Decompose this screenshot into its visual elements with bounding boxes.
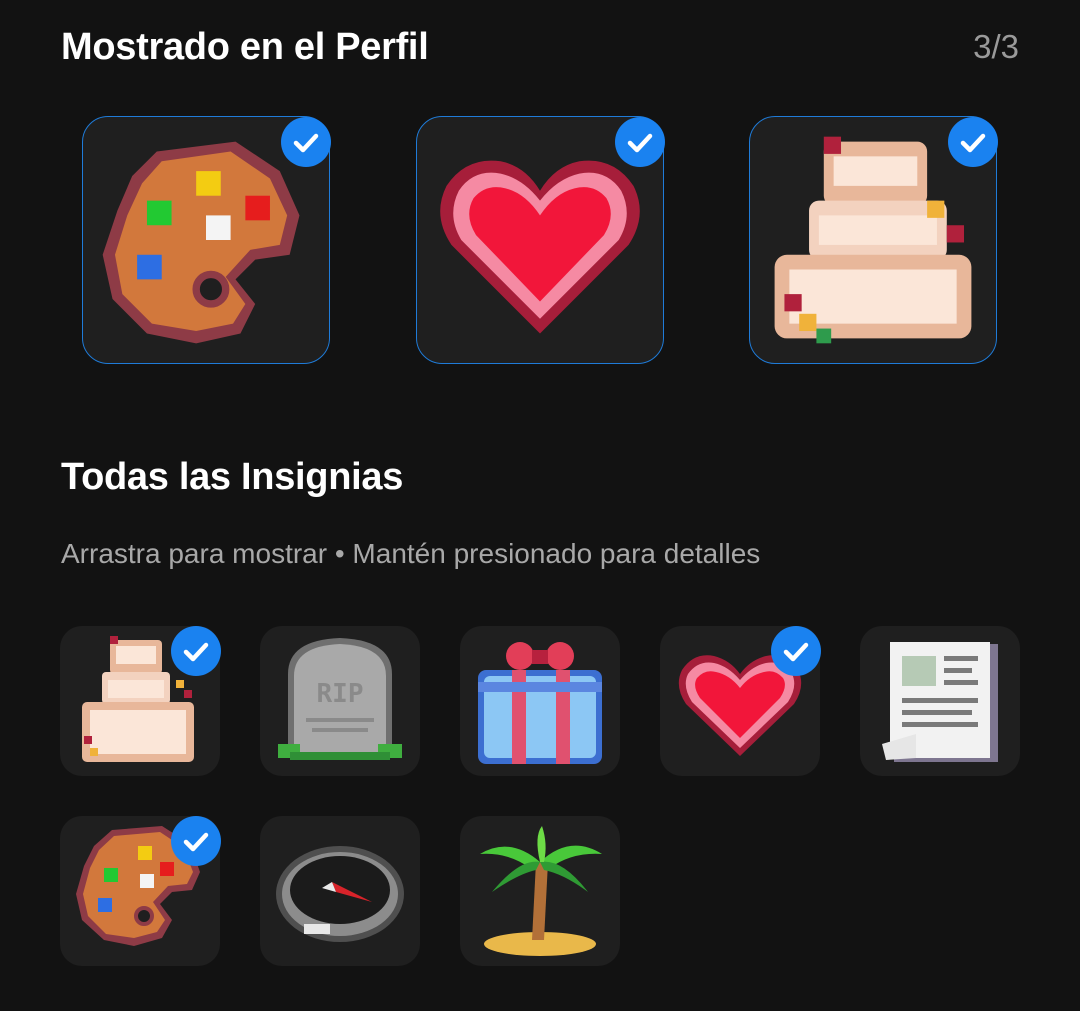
all-badges-title: Todas las Insignias: [61, 456, 404, 498]
tombstone-icon: RIP: [260, 626, 420, 776]
tombstone-engraving: RIP: [317, 679, 364, 709]
badge-tile-cake[interactable]: [60, 626, 221, 776]
selected-check-icon: [171, 626, 221, 676]
gift-icon: [460, 626, 620, 776]
showcase-title: Mostrado en el Perfil: [61, 26, 429, 68]
badge-tile-gift[interactable]: [460, 626, 620, 776]
badge-tile-tombstone[interactable]: RIP: [260, 626, 420, 776]
badge-tile-newspaper[interactable]: [860, 626, 1020, 776]
newspaper-icon: [860, 626, 1020, 776]
badge-tile-heart[interactable]: [660, 626, 821, 776]
selected-check-icon: [771, 626, 821, 676]
badge-tile-compass[interactable]: [260, 816, 420, 966]
selected-check-icon: [171, 816, 221, 866]
showcase-slot-3[interactable]: [749, 116, 998, 364]
showcase-slot-2[interactable]: [416, 116, 665, 364]
all-badges-hint: Arrastra para mostrar • Mantén presionad…: [61, 538, 761, 569]
selected-check-icon: [948, 117, 998, 167]
showcase-slot-1[interactable]: [82, 116, 331, 364]
compass-icon: [260, 816, 420, 966]
showcase-count: 3/3: [973, 28, 1019, 65]
badge-tile-palm[interactable]: [460, 816, 620, 966]
selected-check-icon: [615, 117, 665, 167]
selected-check-icon: [281, 117, 331, 167]
badge-tile-palette[interactable]: [60, 816, 221, 966]
palm-tree-icon: [460, 816, 620, 966]
